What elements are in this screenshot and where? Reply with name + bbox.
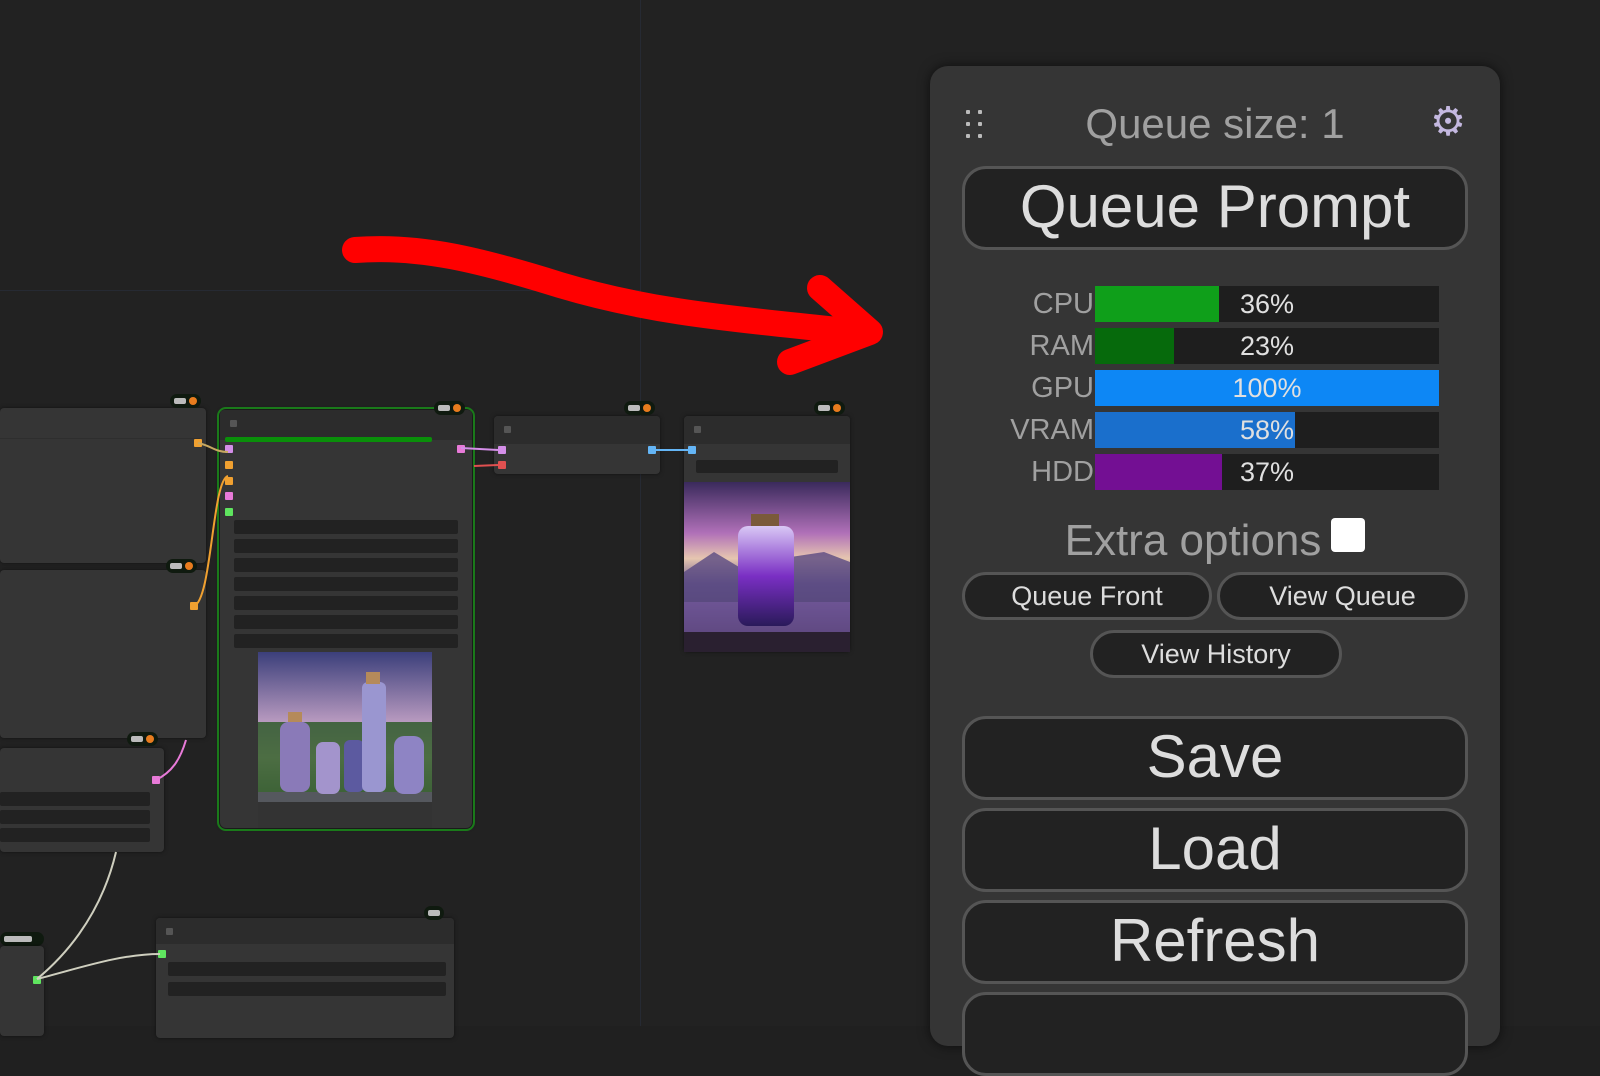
stat-label: VRAM xyxy=(1010,414,1094,446)
link-clip-b xyxy=(36,953,161,980)
stat-bar: 100% xyxy=(1095,370,1439,406)
queue-prompt-button[interactable]: Queue Prompt xyxy=(962,166,1468,250)
stat-label: HDD xyxy=(1031,456,1094,488)
stat-value: 58% xyxy=(1239,415,1295,445)
stat-row-hdd: HDD 37% xyxy=(990,454,1450,490)
extra-options-checkbox[interactable] xyxy=(1331,518,1366,553)
stat-row-ram: RAM 23% xyxy=(990,328,1450,364)
stat-bar: 58% xyxy=(1095,412,1439,448)
save-button[interactable]: Save xyxy=(962,716,1468,800)
stat-label: CPU xyxy=(1032,288,1094,320)
clear-button[interactable] xyxy=(962,992,1468,1076)
stat-row-cpu: CPU 36% xyxy=(990,286,1450,322)
link-clip-a xyxy=(36,851,117,980)
stat-label: RAM xyxy=(1029,330,1094,362)
link-conditioning xyxy=(193,475,229,607)
stat-row-gpu: GPU 100% xyxy=(990,370,1450,406)
link-model xyxy=(197,442,229,453)
refresh-button[interactable]: Refresh xyxy=(962,900,1468,984)
link-vae xyxy=(473,464,499,467)
view-history-button[interactable]: View History xyxy=(1090,630,1342,678)
view-queue-button[interactable]: View Queue xyxy=(1217,572,1468,620)
annotation-arrow-shaft xyxy=(342,236,868,345)
link-latent-in xyxy=(155,739,187,781)
annotation-arrow xyxy=(342,236,883,375)
load-button[interactable]: Load xyxy=(962,808,1468,892)
extra-options-label: Extra options xyxy=(1064,516,1322,565)
node-links xyxy=(36,442,688,980)
queue-size-label: Queue size: 1 xyxy=(1085,100,1345,147)
extra-options-row: Extra options xyxy=(930,516,1500,566)
control-panel: Queue size: 1 ⚙ Queue Prompt CPU 36% RAM… xyxy=(930,66,1500,1076)
link-latent-out xyxy=(460,447,499,451)
stat-bar: 23% xyxy=(1095,328,1439,364)
stat-value: 37% xyxy=(1239,457,1295,487)
queue-front-button[interactable]: Queue Front xyxy=(962,572,1212,620)
stat-bar: 36% xyxy=(1095,286,1439,322)
stat-label: GPU xyxy=(1031,372,1094,404)
stat-row-vram: VRAM 58% xyxy=(990,412,1450,448)
stat-value: 36% xyxy=(1239,289,1295,319)
gear-icon[interactable]: ⚙ xyxy=(1428,102,1468,142)
stat-value: 100% xyxy=(1232,373,1302,403)
stat-value: 23% xyxy=(1239,331,1295,361)
stat-bar: 37% xyxy=(1095,454,1439,490)
